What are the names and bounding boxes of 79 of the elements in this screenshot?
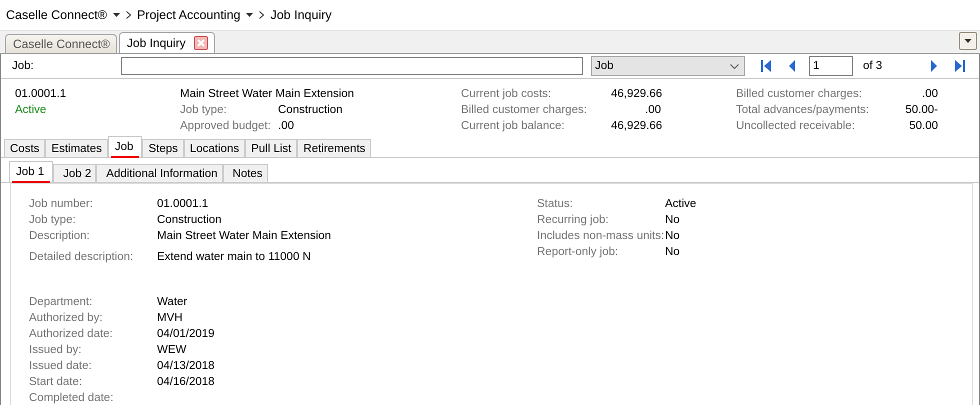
job-status: Active (15, 104, 48, 116)
job-label: Job: (11, 60, 35, 72)
field-label: Uncollected receivable: (736, 120, 856, 132)
field-value: .00 (644, 104, 661, 116)
tab[interactable]: Retirements (297, 139, 372, 157)
field-label: Billed customer charges: (736, 88, 863, 100)
tab[interactable]: Job 2 (53, 164, 96, 182)
field-label: Current job costs: (461, 88, 552, 100)
field-value: MVH (157, 312, 184, 324)
field-label: Job type: (180, 104, 228, 116)
previous-page-icon[interactable] (788, 59, 796, 73)
field-label: Includes non-mass units: (537, 230, 665, 242)
field-label: Job type: (29, 214, 77, 226)
field-value: 50.00 (908, 120, 938, 132)
job-number: 01.0001.1 (15, 88, 68, 100)
field-value: 04/13/2018 (157, 360, 216, 372)
field-value: .00 (278, 120, 295, 132)
field-value: Extend water main to 11000 N (157, 250, 312, 262)
field-label: Detailed description: (29, 250, 134, 262)
document-tab[interactable]: Caselle Connect® (5, 34, 117, 53)
search-by-dropdown[interactable]: Job (591, 56, 745, 76)
tab[interactable]: Job (108, 136, 142, 157)
field-value: No (665, 214, 681, 226)
caret-icon[interactable] (246, 13, 254, 17)
breadcrumb-link[interactable]: Caselle Connect® (6, 8, 107, 22)
field-label: Completed date: (29, 392, 114, 404)
field-label: Authorized date: (29, 328, 114, 340)
field-value: Construction (278, 104, 344, 116)
field-label: Issued date: (29, 360, 93, 372)
field-value: WEW (157, 344, 188, 356)
field-label: Billed customer charges: (461, 104, 588, 116)
caret-icon[interactable] (112, 13, 120, 17)
field-value: Construction (157, 214, 223, 226)
chevron-icon (259, 11, 264, 19)
breadcrumb-link[interactable]: Job Inquiry (270, 8, 332, 22)
breadcrumb-link[interactable]: Project Accounting (136, 8, 240, 22)
job-description: Main Street Water Main Extension (180, 88, 356, 100)
next-page-icon[interactable] (930, 59, 938, 73)
tab[interactable]: Notes (222, 164, 268, 182)
field-value: Active (665, 198, 698, 210)
field-label: Status: (537, 198, 574, 210)
field-label: Job number: (29, 198, 94, 210)
field-label: Issued by: (29, 344, 82, 356)
field-value: 46,929.66 (611, 88, 661, 100)
chevron-icon (730, 64, 739, 68)
field-label: Authorized by: (29, 312, 104, 324)
tab[interactable]: Estimates (45, 139, 108, 157)
page-input-field[interactable]: 1 (809, 56, 853, 76)
field-value: .00 (921, 88, 938, 100)
field-value: 04/01/2019 (157, 328, 216, 340)
tab[interactable]: Costs (4, 139, 46, 157)
tab[interactable]: Additional Information (96, 164, 223, 182)
close-icon[interactable] (194, 36, 208, 50)
field-value: 50.00- (904, 104, 938, 116)
field-value: No (665, 246, 681, 258)
tab[interactable]: Locations (184, 139, 246, 157)
field-value: 04/16/2018 (157, 376, 216, 388)
page-count: of 3 (863, 60, 884, 72)
job-input-field[interactable] (121, 57, 583, 75)
field-label: Department: (29, 296, 94, 308)
field-label: Description: (29, 230, 91, 242)
dropdown-button[interactable] (959, 32, 977, 50)
field-label: Approved budget: (180, 120, 272, 132)
tab[interactable]: Pull List (245, 139, 298, 157)
field-label: Total advances/payments: (736, 104, 870, 116)
field-value: Water (157, 296, 188, 308)
field-value: No (665, 230, 681, 242)
field-label: Recurring job: (537, 214, 610, 226)
field-value: Main Street Water Main Extension (157, 230, 332, 242)
field-label: Start date: (29, 376, 84, 388)
chevron-icon (126, 11, 131, 19)
caret-icon (964, 39, 972, 43)
field-value: 01.0001.1 (157, 198, 210, 210)
field-label: Current job balance: (461, 120, 566, 132)
tab[interactable]: Steps (142, 139, 184, 157)
field-value: 46,929.66 (611, 120, 661, 132)
field-label: Report-only job: (537, 246, 620, 258)
tab[interactable]: Job 1 (9, 161, 54, 182)
document-tab[interactable]: Job Inquiry (118, 32, 215, 53)
